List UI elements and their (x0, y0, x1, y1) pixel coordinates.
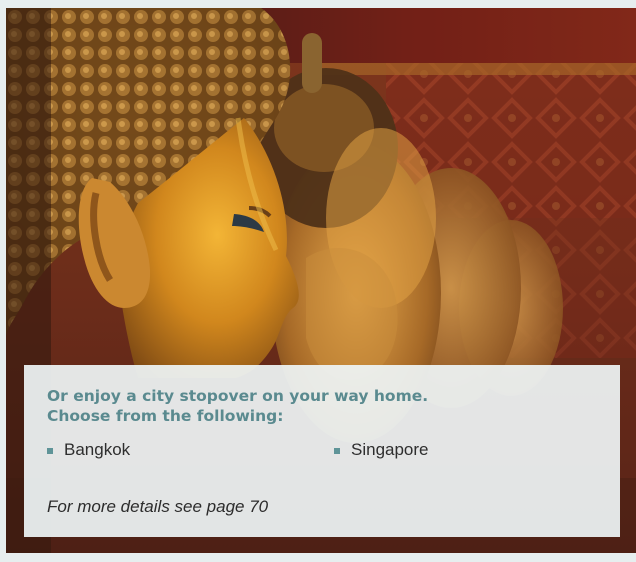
info-panel: Or enjoy a city stopover on your way hom… (24, 365, 620, 537)
list-item-label: Singapore (351, 440, 429, 459)
bullet-icon (47, 448, 53, 454)
footer-note: For more details see page 70 (47, 497, 269, 516)
list-item-label: Bangkok (64, 440, 131, 459)
list-item: Singapore (334, 439, 429, 461)
list-item: Bangkok (47, 439, 130, 461)
brochure-page: Or enjoy a city stopover on your way hom… (0, 0, 636, 562)
panel-heading-line-1: Or enjoy a city stopover on your way hom… (47, 387, 429, 405)
panel-heading-line-2: Choose from the following: (47, 407, 284, 425)
bullet-icon (334, 448, 340, 454)
